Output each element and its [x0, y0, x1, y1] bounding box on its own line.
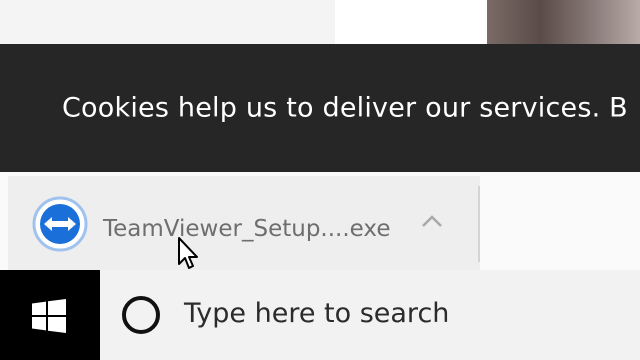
windows-logo-icon[interactable]: [32, 299, 66, 333]
download-filename[interactable]: TeamViewer_Setup....exe: [103, 216, 390, 242]
page-background-left: [0, 0, 335, 44]
teamviewer-icon[interactable]: [32, 196, 88, 252]
search-placeholder[interactable]: Type here to search: [184, 298, 449, 329]
chevron-up-icon[interactable]: [421, 214, 443, 228]
cookie-banner-message: Cookies help us to deliver our services.…: [62, 92, 628, 124]
page-background-photo: [487, 0, 640, 44]
page-background-middle: [335, 0, 487, 44]
mouse-cursor-icon: [178, 237, 198, 269]
cortana-icon[interactable]: [120, 294, 162, 336]
screen: Cookies help us to deliver our services.…: [0, 0, 640, 360]
download-item-divider: [478, 186, 480, 262]
cookie-banner: Cookies help us to deliver our services.…: [0, 44, 640, 172]
